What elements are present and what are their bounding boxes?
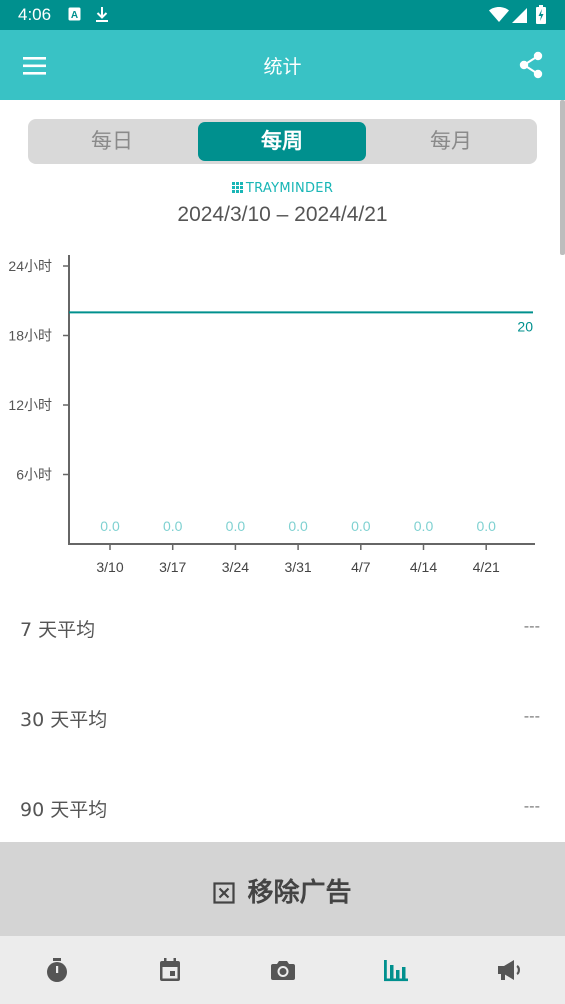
battery-charging-icon bbox=[536, 5, 546, 28]
bar-value-label: 0.0 bbox=[100, 518, 120, 534]
nav-calendar[interactable] bbox=[113, 936, 226, 1004]
camera-icon bbox=[271, 961, 295, 980]
bar-value-label: 0.0 bbox=[351, 518, 371, 534]
tab-weekly[interactable]: 每周 bbox=[198, 122, 366, 161]
status-bar: 4:06 A bbox=[0, 0, 565, 30]
y-tick-label: 6小时 bbox=[16, 467, 52, 483]
calendar-icon bbox=[160, 958, 180, 981]
page-title: 统计 bbox=[263, 56, 302, 78]
bar-value-label: 0.0 bbox=[414, 518, 434, 534]
brand-watermark: TRAYMINDER bbox=[0, 181, 565, 197]
tab-monthly[interactable]: 每月 bbox=[367, 122, 535, 161]
nav-camera[interactable] bbox=[226, 936, 339, 1004]
close-box-icon bbox=[213, 882, 236, 904]
bar-chart-icon bbox=[384, 960, 408, 982]
svg-text:A: A bbox=[71, 10, 78, 21]
target-line-label: 20 bbox=[517, 318, 533, 334]
nav-statistics[interactable] bbox=[339, 936, 452, 1004]
tab-daily[interactable]: 每日 bbox=[28, 122, 196, 161]
share-button[interactable] bbox=[517, 50, 547, 80]
a-badge-icon: A bbox=[68, 6, 81, 25]
x-tick-label: 4/7 bbox=[351, 559, 371, 575]
remove-ads-label: 移除广告 bbox=[247, 878, 352, 908]
x-tick-label: 4/14 bbox=[410, 559, 437, 575]
download-icon bbox=[95, 6, 109, 27]
avg-value: --- bbox=[523, 707, 540, 725]
avg-row-30: 30 天平均 --- bbox=[20, 705, 540, 735]
timer-icon bbox=[47, 958, 67, 982]
signal-icon bbox=[512, 8, 527, 27]
y-tick-label: 12小时 bbox=[8, 397, 52, 413]
weekly-chart: 6小时 12小时 18小时 24小时 20 0.0 3/10 0.0 3/17 0.0 3/24 0.… bbox=[8, 255, 535, 575]
x-tick-label: 3/31 bbox=[284, 559, 311, 575]
period-selector: 每日 每周 每月 bbox=[28, 119, 537, 164]
bar-value-label: 0.0 bbox=[476, 518, 496, 534]
avg-label: 7 天平均 bbox=[20, 619, 96, 641]
status-time: 4:06 bbox=[18, 5, 52, 24]
scrollbar[interactable] bbox=[560, 100, 565, 255]
bar-value-label: 0.0 bbox=[226, 518, 246, 534]
bottom-nav bbox=[0, 936, 565, 1004]
brand-name: TRAYMINDER bbox=[245, 181, 334, 196]
y-tick-label: 24小时 bbox=[8, 258, 52, 274]
avg-label: 90 天平均 bbox=[20, 799, 108, 821]
avg-value: --- bbox=[523, 617, 540, 635]
share-icon bbox=[519, 51, 543, 79]
date-range: 2024/3/10 – 2024/4/21 bbox=[177, 203, 388, 226]
avg-row-90: 90 天平均 --- bbox=[20, 795, 540, 825]
x-tick-label: 3/10 bbox=[96, 559, 123, 575]
bar-value-label: 0.0 bbox=[288, 518, 308, 534]
grid-icon bbox=[231, 182, 243, 197]
x-tick-label: 4/21 bbox=[473, 559, 500, 575]
nav-announcements[interactable] bbox=[452, 936, 565, 1004]
app-bar: 统计 bbox=[0, 30, 565, 100]
avg-row-7: 7 天平均 --- bbox=[20, 615, 540, 645]
remove-ads-button[interactable]: 移除广告 bbox=[0, 842, 565, 936]
nav-timer[interactable] bbox=[0, 936, 113, 1004]
wifi-icon bbox=[489, 7, 509, 27]
x-tick-label: 3/17 bbox=[159, 559, 186, 575]
x-tick-label: 3/24 bbox=[222, 559, 249, 575]
y-tick-label: 18小时 bbox=[8, 328, 52, 344]
bar-value-label: 0.0 bbox=[163, 518, 183, 534]
avg-label: 30 天平均 bbox=[20, 709, 108, 731]
megaphone-icon bbox=[498, 960, 520, 980]
avg-value: --- bbox=[523, 797, 540, 815]
